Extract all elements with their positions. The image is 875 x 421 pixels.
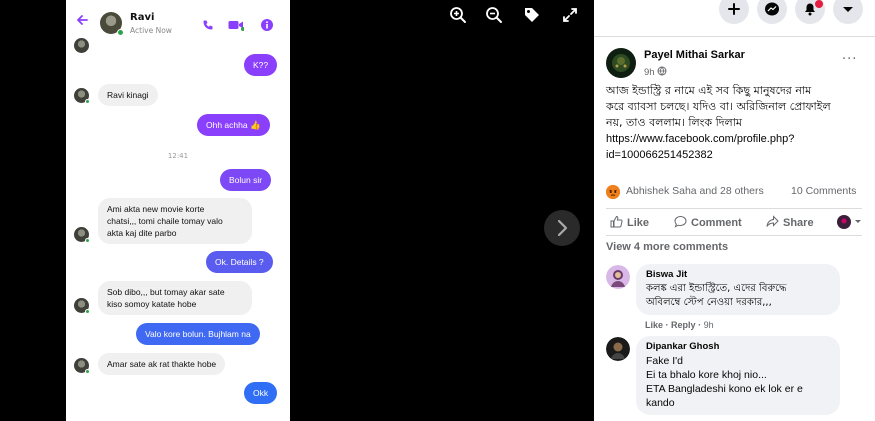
like-button[interactable]: Like [610,215,649,231]
comment-text-line: Fake I'd [646,355,684,367]
reactions-summary[interactable]: Abhishek Saha and 28 others 10 Comments [606,184,866,200]
notifications-button[interactable] [795,0,825,24]
left-black-strip [0,0,66,421]
message-bubble-outgoing[interactable]: Valo kore bolun. Bujhlam na [136,323,260,345]
online-indicator [85,369,90,374]
commenter-name[interactable]: Dipankar Ghosh [646,341,830,352]
angry-reaction-icon [606,185,620,199]
message-bubble-outgoing[interactable]: Ohh achha 👍 [197,114,270,136]
comment-text-line: অবিলম্বে স্টেপ নেওয়া দরকার,,, [646,297,772,308]
screenshot-root: Ravi Active Now K?? Ravi kinagi Ohh achh… [0,0,875,421]
post-options-icon[interactable]: ··· [842,52,857,67]
message-bubble-outgoing[interactable]: Okk [244,382,278,404]
account-menu-button[interactable] [833,0,863,24]
message-thread: K?? Ravi kinagi Ohh achha 👍 12:41 Bolun … [66,38,290,421]
plus-icon [719,3,749,28]
composer-bar-partial [66,415,290,421]
comment-like-link[interactable]: Like [645,320,663,330]
share-button[interactable]: Share [766,215,814,231]
share-icon [766,215,779,231]
post-time-text: 9h [644,67,655,78]
view-more-comments-link[interactable]: View 4 more comments [606,241,728,253]
online-indicator [85,309,90,314]
comment-icon [674,215,687,231]
post-link[interactable]: https://www.facebook.com/profile.php? [606,131,866,147]
post-author-name[interactable]: Payel Mithai Sarkar [644,49,745,61]
message-bubble-incoming[interactable]: Ami akta new movie korte chatsi,,, tomi … [98,198,252,244]
globe-icon [657,66,667,79]
post-link[interactable]: id=100066251452382 [606,147,866,163]
contact-status: Active Now [130,26,172,35]
phone-call-icon[interactable] [202,16,214,35]
commenter-avatar[interactable] [606,337,630,361]
post-time[interactable]: 9h [644,66,667,79]
tag-icon[interactable] [523,6,541,24]
facebook-post-panel: Payel Mithai Sarkar 9h ··· আজ ইন্ডাস্ট্র… [594,0,875,421]
post-action-bar: Like Comment Share [606,208,862,236]
comment-bubble: Biswa Jit কলঙ্ক এরা ইন্ডাস্ট্রিতে, এদের … [636,264,840,315]
comment-bubble: Dipankar Ghosh Fake I'd Ei ta bhalo kore… [636,336,840,415]
info-icon[interactable] [261,16,273,35]
messenger-button[interactable] [757,0,787,24]
message-timestamp: 12:41 [167,152,189,160]
divider [594,36,875,37]
account-menu-icon [833,7,863,28]
create-button[interactable] [719,0,749,24]
sender-avatar [74,38,89,53]
next-photo-button[interactable] [544,210,580,246]
message-bubble-incoming[interactable]: Ravi kinagi [98,84,158,106]
zoom-out-icon[interactable] [485,6,503,24]
online-indicator [117,29,124,36]
messenger-screenshot: Ravi Active Now K?? Ravi kinagi Ohh achh… [66,0,290,421]
comments-count[interactable]: 10 Comments [791,185,856,197]
online-indicator [85,238,90,243]
comment-text-line: ETA Bangladeshi kono ek lok er e [646,383,803,395]
thumbs-up-icon [610,215,623,231]
message-bubble-outgoing[interactable]: Ok. Details ? [206,251,273,273]
post-text-line: আজ ইন্ডাস্ট্রি র নামে এই সব কিছু মানুষদে… [606,84,812,97]
zoom-in-icon[interactable] [449,6,467,24]
message-bubble-outgoing[interactable]: K?? [244,54,278,76]
commenter-avatar[interactable] [606,265,630,289]
message-bubble-incoming[interactable]: Amar sate ak rat thakte hobe [98,353,226,375]
comment-button[interactable]: Comment [674,215,742,231]
comment-text-line: কলঙ্ক এরা ইন্ডাস্ট্রিতে, এদের বিরুদ্ধে [646,283,787,294]
messenger-header: Ravi Active Now [66,0,290,44]
reaction-audience-selector[interactable] [836,214,862,234]
post-text-line: নয়, তাও বললাম। লিংক দিলাম [606,116,743,129]
message-bubble-incoming[interactable]: Sob dibo,,, but tomay akar sate kiso som… [98,281,252,315]
commenter-name[interactable]: Biswa Jit [646,269,830,280]
author-avatar[interactable] [606,48,636,78]
meta-separator: · [698,320,702,330]
comment-meta: Like · Reply · 9h [645,320,714,330]
comment-text-line: Ei ta bhalo kore khoj nio... [646,369,767,381]
message-bubble-outgoing[interactable]: Bolun sir [220,169,272,191]
comment-text-line: kando [646,397,675,409]
back-arrow-icon[interactable] [75,13,89,27]
facebook-top-bar [594,0,875,26]
messenger-icon [757,2,787,28]
online-indicator [85,99,90,104]
notifications-icon [795,0,825,28]
fullscreen-icon[interactable] [561,6,579,24]
comment-time[interactable]: 9h [704,320,714,330]
contact-name[interactable]: Ravi [130,12,154,23]
post-body: আজ ইন্ডাস্ট্রি র নামে এই সব কিছু মানুষদে… [606,83,866,163]
meta-separator: · [665,320,669,330]
reactions-text: Abhishek Saha and 28 others [626,185,764,197]
post-text-line: করে ব্যাবসা চলছে। যদিও বা। অরিজিনাল প্রো… [606,100,831,113]
video-call-icon[interactable] [228,16,245,35]
comment-reply-link[interactable]: Reply [671,320,696,330]
next-arrow-icon [544,219,580,250]
